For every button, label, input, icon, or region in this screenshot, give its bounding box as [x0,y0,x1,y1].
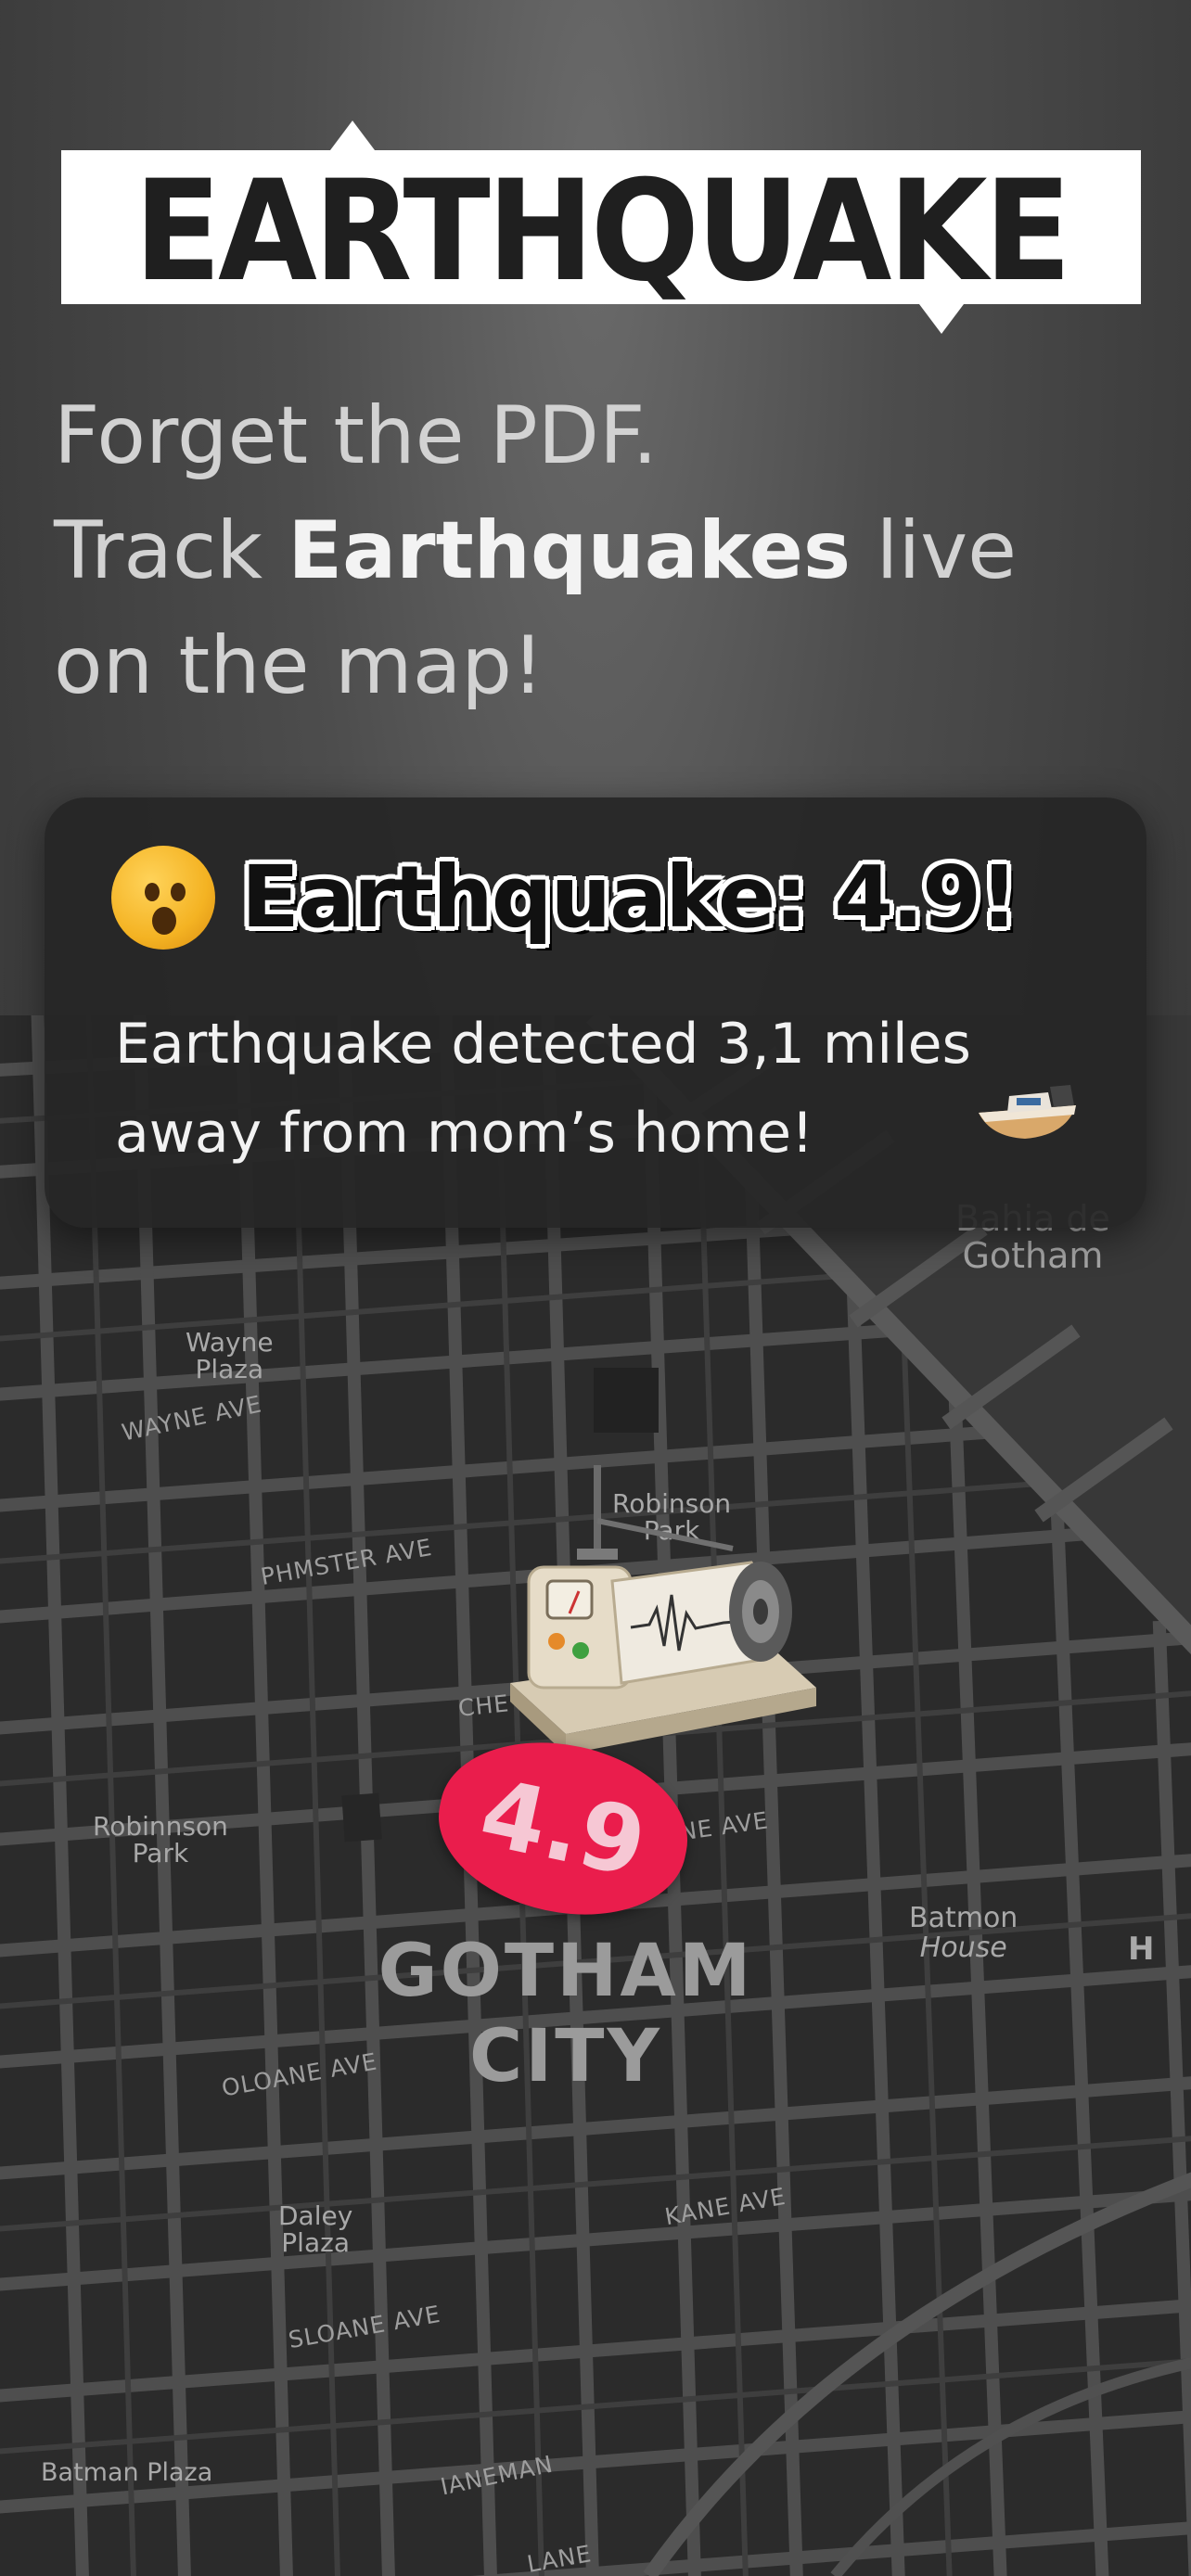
headline-line-1: Forget the PDF. [54,389,658,482]
place-label: Wayne Plaza [186,1327,274,1385]
promo-screen: WaynePlaza RobinsonPark RobinnsonPark Ba… [0,0,1191,2576]
boat-icon [979,1085,1076,1139]
astonished-face-icon [111,846,215,950]
place-label: Batman Plaza [41,2458,213,2487]
headline-line-3: on the map! [54,619,544,712]
app-logo: EARTHQUAKE [134,151,1071,312]
place-label: Daley Plaza [278,2200,353,2259]
place-label: Robinnson Park [93,1811,228,1869]
headline-line-2: Track Earthquakes live [54,504,1018,597]
earthquake-notification[interactable]: Earthquake: 4.9! Earthquake detected 3,1… [45,797,1146,1228]
place-label: Batmon House [909,1902,1018,1964]
headline: Forget the PDF. Track Earthquakes live o… [54,378,1167,723]
city-name-label: GOTHAM CITY [378,1930,754,2098]
notification-body: Earthquake detected 3,1 miles away from … [115,1012,971,1166]
hospital-marker: H [1128,1931,1155,1968]
notification-title: Earthquake: 4.9! [241,848,1018,947]
